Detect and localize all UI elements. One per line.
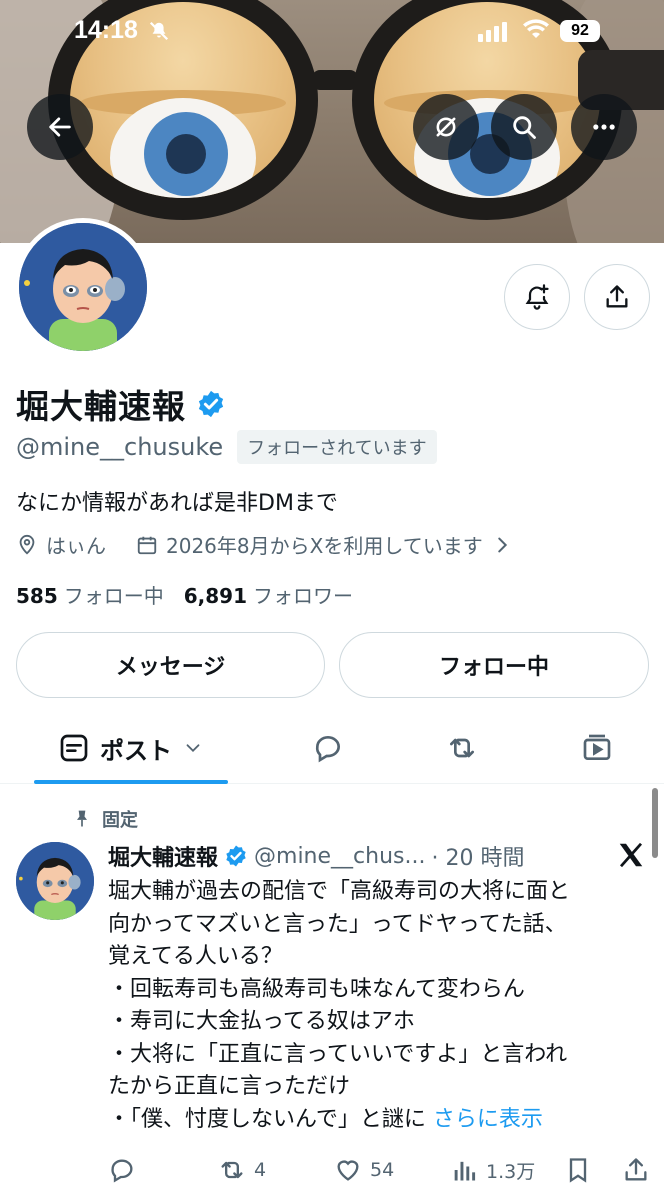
- share-button[interactable]: [584, 264, 650, 330]
- banner-goggle-bridge: [312, 70, 358, 90]
- post-timestamp: · 20 時間: [431, 846, 525, 871]
- views-action[interactable]: 1.3万: [450, 1156, 535, 1184]
- post-author-handle: @mine__chus...: [254, 843, 426, 869]
- post-author-name[interactable]: 堀大輔速報: [108, 840, 218, 872]
- show-more-link[interactable]: さらに表示: [433, 1107, 543, 1132]
- avatar-illustration: [19, 223, 147, 351]
- following-link[interactable]: 585 フォロー中: [16, 580, 164, 609]
- repost-icon: [221, 1161, 243, 1179]
- pin-icon: [77, 810, 87, 827]
- like-action[interactable]: 54: [334, 1156, 394, 1184]
- post-text: 堀大輔が過去の配信で「高級寿司の大将に面と 向かってマズいと言った」ってドヤって…: [108, 879, 571, 1132]
- more-dots-icon: [593, 124, 615, 130]
- verified-badge-icon: [226, 845, 246, 867]
- followers-count: 6,891: [183, 584, 248, 608]
- profile-bio: なにか情報があれば是非DMまで: [16, 491, 338, 516]
- verified-badge-icon[interactable]: [196, 389, 226, 419]
- video-tab-icon: [583, 734, 611, 760]
- active-tab-indicator: [34, 780, 228, 784]
- following-count: 585: [16, 584, 58, 608]
- tab-replies[interactable]: [296, 712, 360, 784]
- arrow-left-icon: [49, 117, 71, 137]
- scrollbar[interactable]: [652, 788, 658, 858]
- post-body[interactable]: 堀大輔が過去の配信で「高級寿司の大将に面と 向かってマズいと言った」ってドヤって…: [108, 876, 648, 1136]
- heart-icon: [337, 1160, 359, 1181]
- post-avatar[interactable]: [16, 842, 94, 920]
- followers-label: フォロワー: [253, 584, 354, 608]
- status-bar: 14:18 92: [0, 0, 664, 64]
- repost-action[interactable]: 4: [218, 1156, 266, 1184]
- followers-link[interactable]: 6,891 フォロワー: [184, 580, 353, 609]
- post-avatar-illustration: [16, 842, 94, 920]
- follows-you-badge: フォローされています: [237, 430, 437, 464]
- bookmark-action[interactable]: [564, 1156, 592, 1184]
- status-time: 14:18: [74, 16, 138, 44]
- pinned-label-row: 固定: [72, 806, 138, 832]
- battery-indicator: 92: [560, 20, 600, 42]
- back-button[interactable]: [27, 94, 93, 160]
- view-count: 1.3万: [486, 1160, 536, 1183]
- more-options-button[interactable]: [571, 94, 637, 160]
- pinned-label: 固定: [102, 810, 138, 831]
- repost-icon: [450, 738, 474, 758]
- reply-icon: [111, 1159, 133, 1183]
- profile-avatar[interactable]: [14, 218, 152, 356]
- share-icon: [625, 1158, 647, 1181]
- calendar-icon: [137, 536, 157, 554]
- following-button[interactable]: フォロー中: [339, 632, 649, 698]
- profile-name: 堀大輔速報: [16, 387, 186, 426]
- posts-tab-icon: [60, 734, 88, 762]
- bell-off-icon: [148, 20, 170, 47]
- reply-bubble-icon: [315, 736, 341, 763]
- bar-chart-icon: [454, 1161, 476, 1181]
- bookmark-icon: [569, 1158, 587, 1183]
- x-logo-icon[interactable]: [616, 840, 646, 870]
- tab-posts[interactable]: ポスト: [34, 712, 228, 784]
- search-button[interactable]: [491, 94, 557, 160]
- repost-count: 4: [254, 1159, 267, 1181]
- share-post-action[interactable]: [622, 1156, 650, 1184]
- search-icon: [513, 116, 536, 139]
- notify-button[interactable]: [504, 264, 570, 330]
- profile-name-row: 堀大輔速報: [16, 380, 226, 428]
- profile-joined: 2026年8月からXを利用しています: [166, 534, 483, 558]
- profile-location: はぃん: [46, 534, 106, 558]
- profile-handle: @mine__chusuke: [16, 433, 224, 461]
- tab-posts-label: ポスト: [100, 736, 172, 765]
- grok-icon: [436, 117, 456, 137]
- wifi-icon: [523, 19, 549, 38]
- message-button[interactable]: メッセージ: [16, 632, 325, 698]
- follow-counts: 585 フォロー中 6,891 フォロワー: [16, 580, 353, 609]
- like-count: 54: [370, 1159, 395, 1181]
- handle-row: @mine__chusuke フォローされています: [16, 430, 437, 464]
- post-header: 堀大輔速報 @mine__chus... · 20 時間: [108, 840, 524, 872]
- chevron-down-icon: [186, 744, 200, 753]
- reply-action[interactable]: [108, 1156, 136, 1184]
- location-pin-icon: [19, 534, 35, 555]
- share-icon: [606, 285, 628, 308]
- post-actions: 4 54 1.3万: [108, 1156, 664, 1188]
- profile-tabs: ポスト: [0, 712, 664, 784]
- bell-plus-icon: [525, 284, 549, 310]
- chevron-right-icon[interactable]: [491, 534, 513, 556]
- grok-button[interactable]: [413, 94, 479, 160]
- profile-meta: はぃん 2026年8月からXを利用しています: [16, 530, 513, 559]
- following-label: フォロー中: [63, 584, 164, 608]
- tab-media[interactable]: [565, 712, 629, 784]
- tab-reposts[interactable]: [430, 712, 494, 784]
- cellular-signal-icon: [478, 22, 507, 42]
